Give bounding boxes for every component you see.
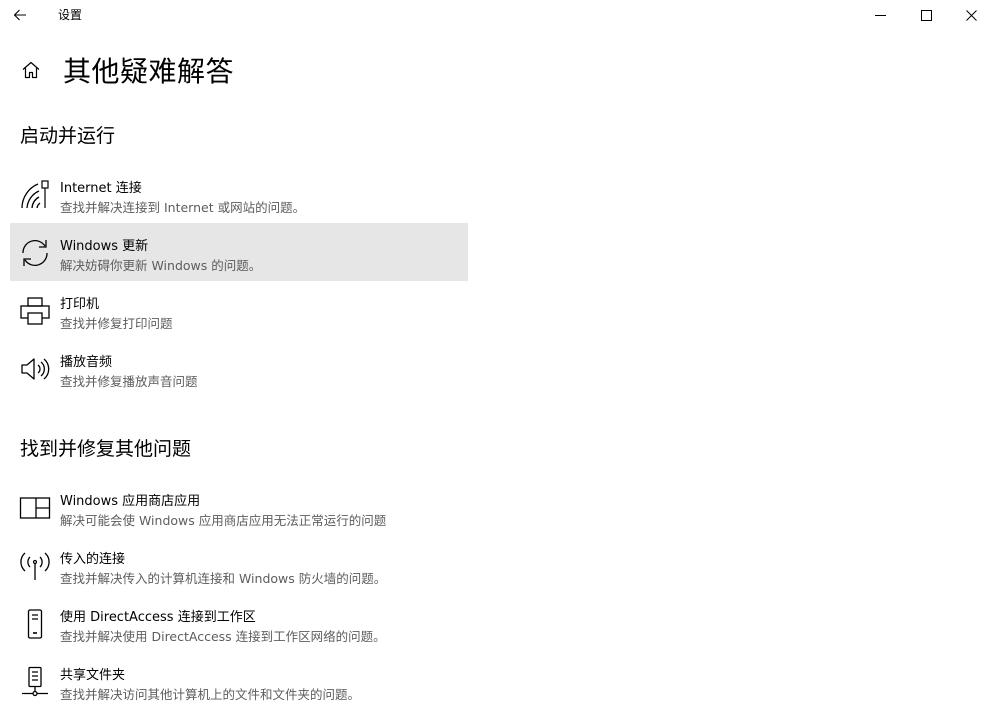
item-name: 传入的连接 (60, 552, 126, 567)
antenna-icon (18, 549, 52, 583)
speaker-icon (18, 352, 52, 386)
home-button[interactable] (20, 59, 42, 81)
app-title: 设置 (58, 8, 83, 22)
title-bar: 设置 (0, 0, 986, 30)
troubleshooter-incoming-connections[interactable]: 传入的连接 查找并解决传入的计算机连接和 Windows 防火墙的问题。 (10, 536, 468, 594)
item-description: 查找并解决访问其他计算机上的文件和文件夹的问题。 (60, 687, 361, 702)
troubleshooter-printer[interactable]: 打印机 查找并修复打印问题 (10, 281, 468, 339)
item-name: Windows 更新 (60, 239, 149, 254)
page-title: 其他疑难解答 (63, 55, 235, 88)
section-title-get-up-and-running: 启动并运行 (20, 125, 116, 147)
troubleshooter-windows-update[interactable]: Windows 更新 解决妨碍你更新 Windows 的问题。 (10, 223, 468, 281)
item-name: 播放音频 (60, 355, 113, 370)
item-description: 解决妨碍你更新 Windows 的问题。 (60, 258, 262, 273)
store-apps-icon (18, 491, 52, 525)
shared-folder-icon (18, 665, 52, 699)
troubleshooter-directaccess[interactable]: 使用 DirectAccess 连接到工作区 查找并解决使用 DirectAcc… (10, 594, 468, 652)
phone-device-icon (18, 607, 52, 641)
maximize-button[interactable] (903, 0, 949, 30)
item-name: Windows 应用商店应用 (60, 494, 201, 509)
printer-icon (18, 294, 52, 328)
minimize-button[interactable] (857, 0, 903, 30)
close-icon (965, 9, 977, 21)
sync-icon (18, 236, 52, 270)
arrow-left-icon (13, 8, 27, 22)
item-name: 使用 DirectAccess 连接到工作区 (60, 610, 256, 625)
item-description: 查找并修复打印问题 (60, 316, 173, 331)
item-name: 共享文件夹 (60, 668, 126, 683)
troubleshooter-playing-audio[interactable]: 播放音频 查找并修复播放声音问题 (10, 339, 468, 397)
troubleshooter-windows-store-apps[interactable]: Windows 应用商店应用 解决可能会使 Windows 应用商店应用无法正常… (10, 478, 468, 536)
troubleshooter-internet-connections[interactable]: Internet 连接 查找并解决连接到 Internet 或网站的问题。 (10, 165, 468, 223)
item-name: 打印机 (60, 297, 100, 312)
item-name: Internet 连接 (60, 181, 142, 196)
wifi-network-icon (18, 178, 52, 212)
page-header: 其他疑难解答 (20, 52, 234, 88)
troubleshooter-shared-folders[interactable]: 共享文件夹 查找并解决访问其他计算机上的文件和文件夹的问题。 (10, 652, 468, 710)
item-description: 查找并解决连接到 Internet 或网站的问题。 (60, 200, 306, 215)
back-button[interactable] (4, 0, 36, 30)
item-description: 查找并解决传入的计算机连接和 Windows 防火墙的问题。 (60, 571, 387, 586)
item-description: 解决可能会使 Windows 应用商店应用无法正常运行的问题 (60, 513, 387, 528)
section-title-find-and-fix-other-problems: 找到并修复其他问题 (20, 438, 192, 460)
home-icon (21, 60, 41, 80)
item-description: 查找并解决使用 DirectAccess 连接到工作区网络的问题。 (60, 629, 386, 644)
maximize-icon (920, 9, 932, 21)
item-description: 查找并修复播放声音问题 (60, 374, 198, 389)
minimize-icon (874, 10, 886, 21)
close-button[interactable] (948, 0, 986, 30)
